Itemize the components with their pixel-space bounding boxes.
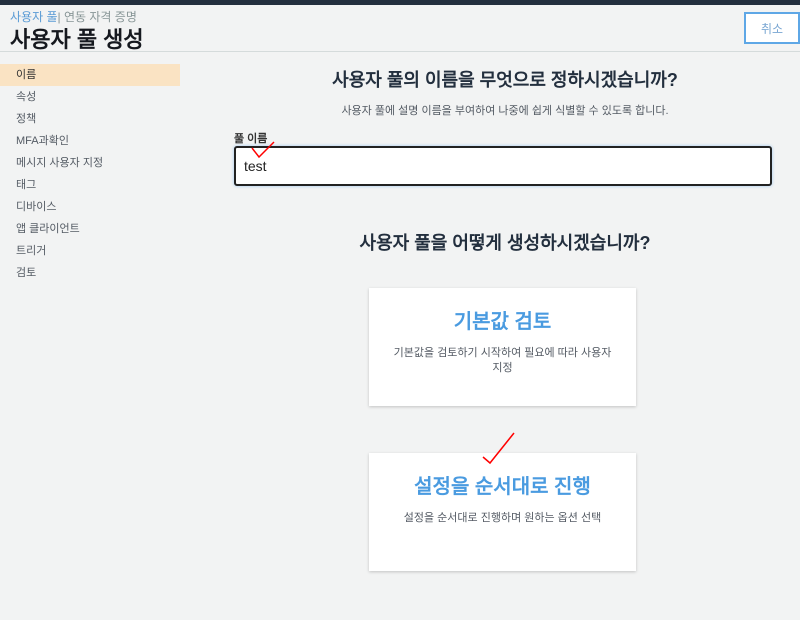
wizard-steps: 이름 속성 정책 MFA과확인 메시지 사용자 지정 태그 디바이스 앱 클라이…	[0, 64, 180, 284]
option-description: 설정을 순서대로 진행하며 원하는 옵션 선택	[403, 512, 602, 524]
sidebar-item-message-customization[interactable]: 메시지 사용자 지정	[0, 152, 180, 174]
create-heading: 사용자 풀을 어떻게 생성하시겠습니까?	[359, 233, 651, 253]
sidebar-item-policies[interactable]: 정책	[0, 108, 180, 130]
sidebar-item-review[interactable]: 검토	[0, 262, 180, 284]
option-title: 설정을 순서대로 진행	[414, 476, 591, 498]
page-header: 사용자 풀| 연동 자격 증명 사용자 풀 생성 취소	[0, 5, 800, 52]
sidebar-item-app-clients[interactable]: 앱 클라이언트	[0, 218, 180, 240]
pool-name-label: 풀 이름	[234, 133, 268, 145]
pool-name-input[interactable]	[234, 146, 772, 186]
step-through-settings-option[interactable]: 설정을 순서대로 진행 설정을 순서대로 진행하며 원하는 옵션 선택	[369, 453, 636, 571]
cancel-button[interactable]: 취소	[744, 12, 800, 44]
sidebar-item-triggers[interactable]: 트리거	[0, 240, 180, 262]
sidebar-item-tags[interactable]: 태그	[0, 174, 180, 196]
name-heading: 사용자 풀의 이름을 무엇으로 정하시겠습니까?	[332, 70, 678, 90]
option-title: 기본값 검토	[453, 311, 552, 333]
sidebar-item-name[interactable]: 이름	[0, 64, 180, 86]
name-subtext: 사용자 풀에 설명 이름을 부여하여 나중에 쉽게 식별할 수 있도록 합니다.	[341, 105, 669, 117]
sidebar-item-attributes[interactable]: 속성	[0, 86, 180, 108]
sidebar-item-mfa[interactable]: MFA과확인	[0, 130, 180, 152]
sidebar-item-devices[interactable]: 디바이스	[0, 196, 180, 218]
option-description: 기본값을 검토하기 시작하여 필요에 따라 사용자 지정	[393, 347, 612, 374]
page-title: 사용자 풀 생성	[10, 27, 144, 52]
review-defaults-option[interactable]: 기본값 검토 기본값을 검토하기 시작하여 필요에 따라 사용자 지정	[369, 288, 636, 406]
